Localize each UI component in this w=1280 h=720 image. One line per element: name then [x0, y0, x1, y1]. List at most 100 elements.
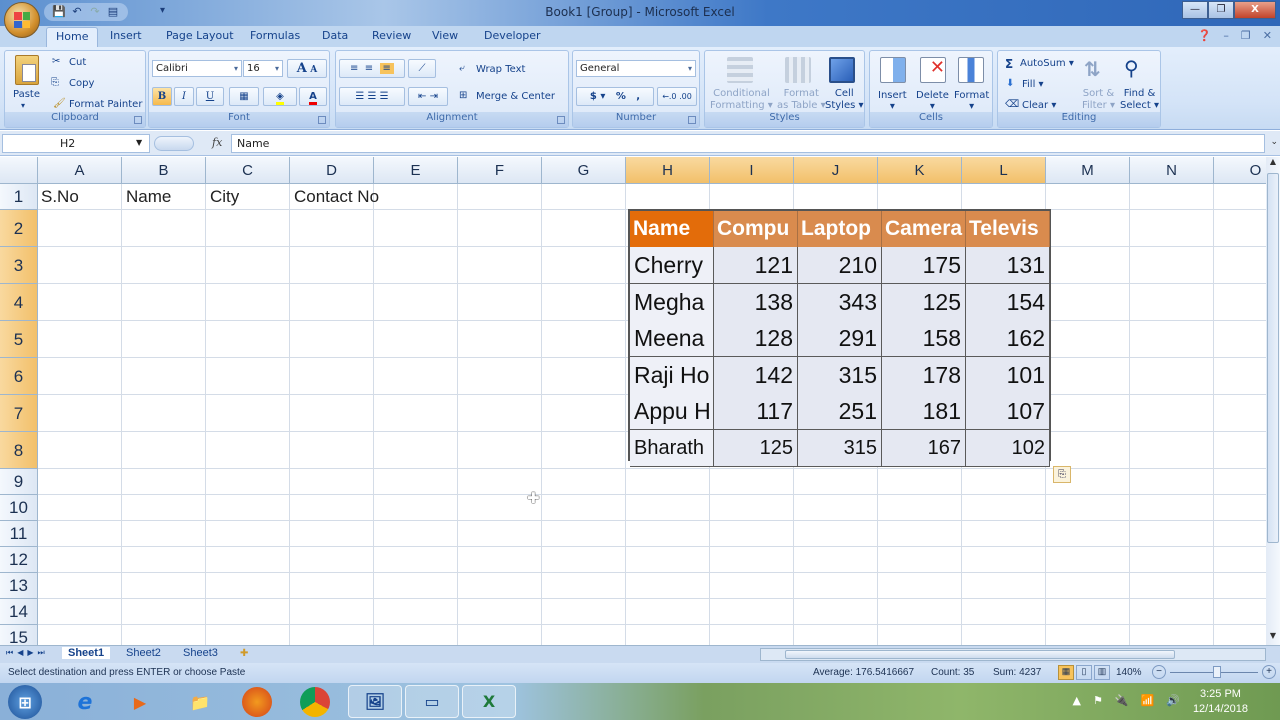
increase-decimal-button[interactable]: ←.0 [662, 92, 676, 101]
vertical-scrollbar[interactable]: ▲ ▼ [1266, 157, 1280, 645]
row-header-11[interactable]: 11 [0, 521, 38, 547]
bold-button[interactable]: B [152, 87, 172, 106]
table-cell-value[interactable]: 315 [798, 356, 882, 394]
excel-taskbar-icon[interactable]: X [462, 685, 516, 718]
tab-page-layout[interactable]: Page Layout [166, 29, 234, 42]
horizontal-scrollbar[interactable] [760, 648, 1266, 661]
sheet-nav-icons[interactable]: ⏮◀▶⏭ [6, 648, 49, 658]
zoom-level[interactable]: 140% [1116, 667, 1142, 678]
cell-C1[interactable]: City [210, 187, 239, 207]
table-cell-value[interactable]: 251 [798, 393, 882, 430]
tab-data[interactable]: Data [322, 29, 348, 42]
paste-icon[interactable] [15, 55, 39, 85]
row-header-4[interactable]: 4 [0, 284, 38, 321]
table-cell-value[interactable]: 142 [714, 356, 798, 394]
projector-icon[interactable]: ▭ [405, 685, 459, 718]
column-header-G[interactable]: G [542, 157, 626, 184]
number-format-select[interactable]: General [576, 60, 696, 77]
zoom-out-button[interactable]: − [1152, 665, 1166, 679]
table-cell-value[interactable]: 107 [966, 393, 1050, 430]
table-cell-name[interactable]: Raji Ho [630, 356, 714, 394]
find-select-button[interactable]: Find & Select ▾ [1120, 88, 1159, 112]
sheet-tab-sheet3[interactable]: Sheet3 [183, 647, 218, 659]
column-header-L[interactable]: L [962, 157, 1046, 184]
table-cell-name[interactable]: Meena [630, 320, 714, 357]
table-cell-name[interactable]: Megha [630, 283, 714, 321]
table-cell-value[interactable]: 343 [798, 283, 882, 321]
underline-button[interactable]: U [196, 87, 224, 106]
table-cell-value[interactable]: 167 [882, 429, 966, 467]
column-header-A[interactable]: A [38, 157, 122, 184]
column-header-F[interactable]: F [458, 157, 542, 184]
show-hidden-icons[interactable]: ▲ [1073, 694, 1081, 707]
column-header-D[interactable]: D [290, 157, 374, 184]
table-cell-value[interactable]: 102 [966, 429, 1050, 467]
insert-sheet-icon[interactable]: ✚ [240, 648, 248, 659]
horizontal-scroll-thumb[interactable] [785, 650, 1175, 659]
cell-B1[interactable]: Name [126, 187, 171, 207]
media-player-icon[interactable]: ▶ [125, 687, 155, 717]
column-header-I[interactable]: I [710, 157, 794, 184]
paste-options-icon[interactable]: ⎘ [1053, 466, 1071, 483]
cell-styles-button[interactable]: Cell Styles ▾ [825, 88, 864, 112]
row-header-6[interactable]: 6 [0, 358, 38, 395]
table-cell-value[interactable]: 210 [798, 247, 882, 284]
table-header-cell[interactable]: Televis [966, 211, 1050, 247]
minimize-button[interactable]: — [1182, 1, 1208, 19]
shrink-font-button[interactable]: A [310, 65, 317, 75]
name-box[interactable]: H2 [2, 134, 150, 153]
tab-home[interactable]: Home [46, 27, 99, 47]
increase-indent-icon[interactable]: ⇥ [430, 91, 438, 102]
delete-button[interactable]: Delete ▾ [916, 90, 949, 112]
table-cell-name[interactable]: Appu H [630, 393, 714, 430]
tab-insert[interactable]: Insert [110, 29, 142, 42]
font-size-select[interactable]: 16 [243, 60, 283, 77]
pasted-table[interactable]: Name Compu Laptop Camera Televis Cherry 121 210… [628, 209, 1051, 467]
font-name-select[interactable]: Calibri [152, 60, 242, 77]
table-cell-value[interactable]: 117 [714, 393, 798, 430]
column-header-C[interactable]: C [206, 157, 290, 184]
table-cell-value[interactable]: 175 [882, 247, 966, 284]
comma-button[interactable]: , [636, 91, 640, 102]
table-cell-value[interactable]: 101 [966, 356, 1050, 394]
row-header-3[interactable]: 3 [0, 247, 38, 284]
expand-formula-icon[interactable]: ⌄ [1270, 137, 1278, 147]
table-cell-value[interactable]: 178 [882, 356, 966, 394]
currency-button[interactable]: $ [590, 91, 597, 102]
clear-button[interactable]: Clear ▾ [1022, 100, 1056, 111]
table-cell-value[interactable]: 131 [966, 247, 1050, 284]
table-cell-value[interactable]: 181 [882, 393, 966, 430]
select-all-button[interactable] [0, 157, 38, 184]
row-header-10[interactable]: 10 [0, 495, 38, 521]
zoom-slider-thumb[interactable] [1213, 666, 1221, 678]
action-center-flag-icon[interactable]: ⚑ [1093, 694, 1103, 707]
table-header-cell[interactable]: Laptop [798, 211, 882, 247]
network-icon[interactable]: 📶 [1141, 694, 1155, 707]
power-icon[interactable]: 🔌 [1115, 694, 1129, 707]
table-header-cell[interactable]: Compu [714, 211, 798, 247]
tab-formulas[interactable]: Formulas [250, 29, 300, 42]
workbook-close-icon[interactable]: ✕ [1263, 29, 1272, 42]
copy-button[interactable]: Copy [69, 78, 94, 89]
align-center-icon[interactable]: ☰ [368, 91, 377, 102]
restore-button[interactable]: ❐ [1208, 1, 1234, 19]
table-cell-name[interactable]: Cherry [630, 247, 714, 284]
table-cell-value[interactable]: 128 [714, 320, 798, 357]
sheet-tab-sheet1[interactable]: Sheet1 [62, 647, 111, 659]
worksheet-grid[interactable]: ABCDEFGHIJKLMNO 1 2 3 4 5 6 7 8 9 10 11 12 13 14 15 S.… [0, 157, 1266, 645]
row-header-8[interactable]: 8 [0, 432, 38, 469]
clipboard-launcher-icon[interactable] [134, 116, 142, 124]
table-cell-value[interactable]: 138 [714, 283, 798, 321]
borders-button[interactable]: ▦ [229, 87, 259, 106]
autosum-button[interactable]: AutoSum ▾ [1020, 58, 1074, 69]
internet-explorer-icon[interactable]: e [70, 687, 100, 717]
table-cell-value[interactable]: 121 [714, 247, 798, 284]
row-header-5[interactable]: 5 [0, 321, 38, 358]
align-bottom-icon[interactable]: ≡ [379, 63, 394, 74]
format-painter-button[interactable]: Format Painter [69, 99, 142, 110]
column-header-N[interactable]: N [1130, 157, 1214, 184]
align-left-icon[interactable]: ☰ [355, 91, 364, 102]
column-header-B[interactable]: B [122, 157, 206, 184]
tab-view[interactable]: View [432, 29, 458, 42]
insert-function-icon[interactable]: fx [212, 136, 222, 149]
